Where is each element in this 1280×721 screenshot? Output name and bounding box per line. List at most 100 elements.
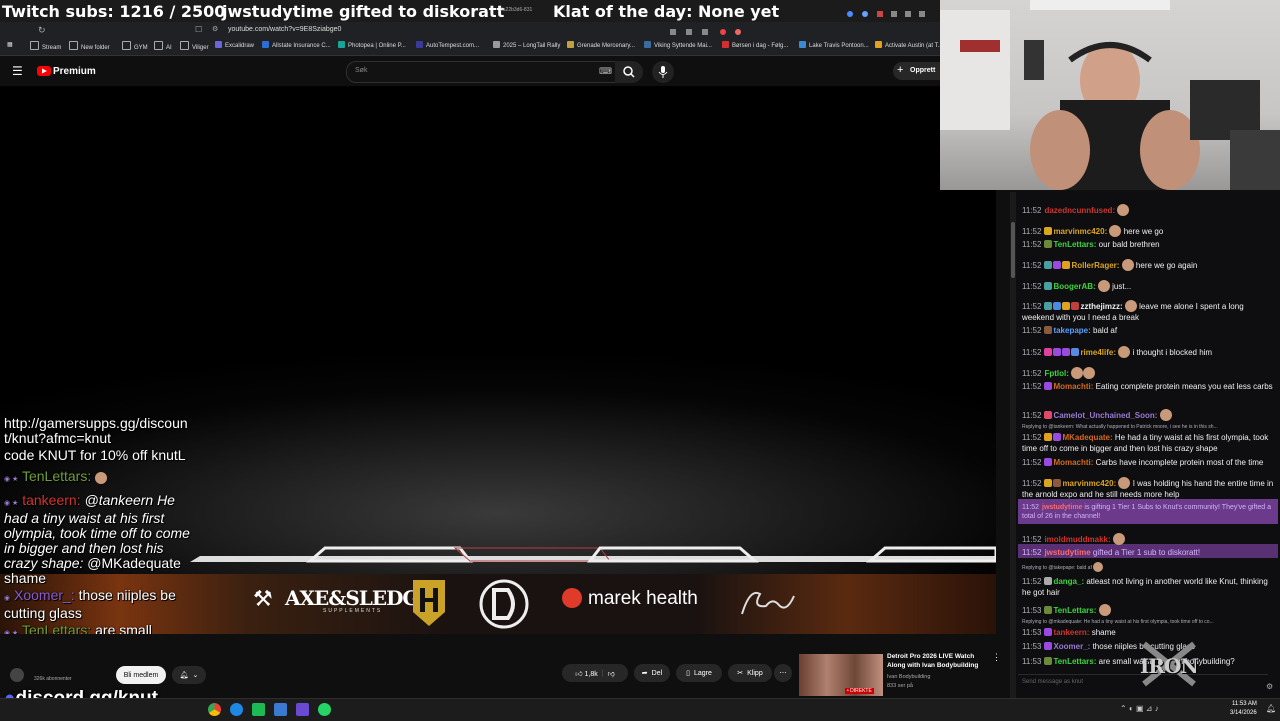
create-button[interactable]: + Opprett [893,62,940,80]
url-field[interactable]: youtube.com/watch?v=9E8Sziabge0 [228,26,341,33]
chat-message: 11:52 dazedncunnfused: [1022,204,1276,216]
chat-message: 11:52 marvinmc420: I was holding his hand… [1022,477,1274,499]
browser-tab[interactable]: 3a22b3d6-831 [500,7,532,13]
bookmark-viking[interactable]: Viking Syttende Mai... [644,41,712,49]
bookmark-borsen[interactable]: Børsen i dag - Følg... [722,41,788,49]
site-info-icon[interactable]: ⚙ [212,25,218,33]
chat-message: 11:52 zzthejimzz: leave me alone I spent … [1022,300,1244,322]
clock-date: 3/14/2026 [1230,710,1257,716]
next-video-channel: Ivan Bodybuilding [887,674,931,680]
notification-bell-icon[interactable]: 🔔︎ [1266,704,1276,713]
iron-gym-logo: IRON [1138,638,1200,690]
chat-reply-context: Replying to @takepape: bald af [1022,562,1276,572]
channel-subs: 326k abonnenter [34,676,72,682]
youtube-header: ☰ Premium Søk ⌨ + Opprett [0,56,940,86]
bookmark-allstate[interactable]: Allstate Insurance C... [262,41,331,49]
next-video-thumbnail[interactable]: • DIREKTE [799,654,883,696]
overlay-msg-2: ◉ ★ tankeern: @tankeern He had a tiny wa… [4,492,190,586]
notifications-button[interactable]: 🔔︎ ⌄ [172,666,206,684]
channel-avatar[interactable] [10,668,24,682]
clip-button[interactable]: ✂ Klipp [728,664,772,682]
axe-icon: ⚒ [253,586,273,611]
bookmark-gym[interactable]: GYM [122,41,148,51]
next-video-title[interactable]: Detroit Pro 2026 LIVE Watch Along with I… [887,652,987,670]
reload-icon[interactable]: ↻ [38,25,46,36]
bookmark-photopea[interactable]: Photopea | Online P... [338,41,406,49]
keyboard-icon[interactable]: ⌨ [599,66,612,77]
gift-text: jwstudytime gifted to diskoratt [222,2,505,21]
bookmark-grenade[interactable]: Grenade Mercenary... [567,41,635,49]
promo-link-text: http://gamersupps.gg/discount/knut?afmc=… [4,415,188,446]
address-bar: ↻ ☐ ⚙ youtube.com/watch?v=9E8Sziabge0 [0,22,940,38]
premium-label[interactable]: Premium [53,66,96,77]
left-chat-overlay: http://gamersupps.gg/discount/knut?afmc=… [4,416,194,656]
chat-message: 11:52 RollerRager: here we go again [1022,259,1198,271]
bookmark-activate[interactable]: Activate Austin (at T... [875,41,943,49]
clock-time: 11:53 AM [1232,701,1257,707]
window-controls [845,6,935,17]
chat-reply-context: Replying to @tankeern: What actually hap… [1022,424,1218,430]
toolbar-icons[interactable] [668,24,748,35]
like-button[interactable]: 👍︎ 1,8k [575,669,598,678]
hamburger-menu-icon[interactable]: ☰ [12,64,23,78]
chat-message: 11:52 marvinmc420: here we go [1022,225,1164,237]
chat-message: 11:52 Camelot_Unchained_Soon: [1022,409,1276,421]
emblem-icon [479,579,529,629]
bookmark-new-folder[interactable]: New folder [69,41,110,51]
obs-icon[interactable] [296,703,309,716]
apps-icon[interactable]: ▦ [7,41,13,48]
bookmark-icon: ▯ [686,670,690,677]
chat-message: 11:52 rime4life: i thought i blocked him [1022,346,1213,358]
chat-message: 11:52 takepape: bald af [1022,326,1118,335]
bookmark-viliger[interactable]: Viliger [180,41,209,51]
bookmark-autotempest[interactable]: AutoTempest.com... [416,41,479,49]
extension-icons [847,11,925,17]
hostile-logo [411,578,447,628]
dislike-button[interactable]: 👎︎ [608,669,615,678]
bookmark-ai[interactable]: AI [154,41,172,51]
script-brand-logo [736,584,798,624]
chrome-icon[interactable] [208,703,221,716]
more-actions-button[interactable]: ⋯ [774,664,792,682]
edge-icon[interactable] [230,703,243,716]
thumbs-up-icon: 👍︎ [575,670,583,678]
next-video-views: 833 ser på [887,683,913,689]
gift-notice: 11:52 jwstudytime is gifting 1 Tier 1 Sub… [1022,504,1271,520]
share-button[interactable]: ➦ Del [634,664,670,682]
taskbar: ⌃ ◐ ▣ ⊿ ♪ 11:53 AM 3/14/2026 🔔︎ [0,698,1280,721]
bookmark-star-icon[interactable]: ☐ [195,25,202,34]
chat-message: 11:52 BoogerAB: just... [1022,280,1132,292]
app-green-icon[interactable] [252,703,265,716]
more-horizontal-icon: ⋯ [779,670,787,677]
file-explorer-icon[interactable] [274,703,287,716]
script-logo-icon [741,592,795,615]
search-input[interactable]: Søk ⌨ [346,61,616,83]
chat-settings-icon[interactable]: ⚙ [1266,682,1273,691]
search-icon [623,66,635,78]
microphone-icon [658,66,668,78]
join-button[interactable]: Bli medlem [116,666,166,684]
bell-icon: 🔔︎ [179,672,189,679]
bookmark-longtail[interactable]: 2025 – LongTail Rally [493,41,560,49]
chat-input-placeholder: Send message as knut [1022,679,1084,685]
save-button[interactable]: ▯ Lagre [676,664,722,682]
sub-goal-text: Twitch subs: 1216 / 2500 [2,2,226,21]
share-icon: ➦ [641,670,648,677]
chat-message: 11:52 danga_: atleast not living in anoth… [1022,577,1268,597]
create-label: Opprett [910,67,936,74]
klat-text: Klat of the day: None yet [553,2,780,21]
bookmark-laketravis[interactable]: Lake Travis Pontoon... [799,41,869,49]
next-video-menu-icon[interactable]: ⋮ [992,652,1001,663]
whatsapp-icon[interactable] [318,703,331,716]
live-badge: • DIREKTE [845,688,874,694]
search-button[interactable] [615,61,643,83]
chat-message: 11:52 MKadequate: He had a tiny waist at … [1022,433,1269,453]
tray-icons[interactable]: ⌃ ◐ ▣ ⊿ ♪ [1120,704,1159,713]
webcam-feed [940,0,1280,190]
bookmark-excalidraw[interactable]: Excalidraw [215,41,254,49]
dark-emblem-logo [478,578,530,630]
voice-search-button[interactable] [652,61,674,83]
youtube-logo-icon[interactable] [37,66,51,76]
bookmark-stream[interactable]: Stream [30,41,61,51]
chat-message: 11:53 TenLettars: [1022,604,1276,616]
